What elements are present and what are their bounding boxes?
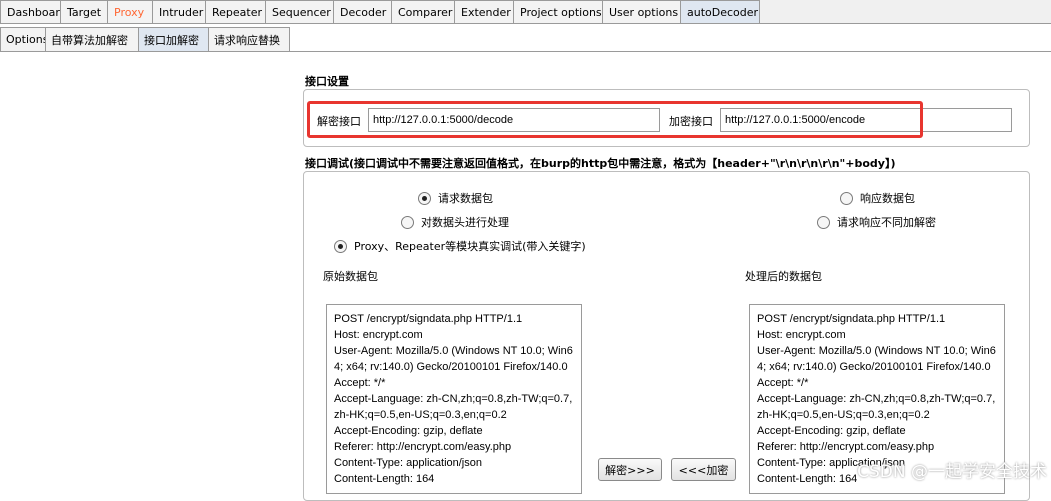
original-packet-textarea[interactable]: POST /encrypt/signdata.php HTTP/1.1 Host… bbox=[326, 304, 582, 494]
tab-autodecoder[interactable]: autoDecoder bbox=[680, 0, 760, 23]
subtab-options[interactable]: Options bbox=[0, 27, 48, 51]
original-line: Content-Type: application/json bbox=[334, 457, 482, 469]
original-line: Referer: http://encrypt.com/easy.php bbox=[334, 441, 512, 453]
tab-repeater[interactable]: Repeater bbox=[205, 0, 266, 23]
radio-unchecked-icon bbox=[840, 191, 853, 205]
processed-line: Accept: */* bbox=[757, 377, 809, 389]
tab-sequencer[interactable]: Sequencer bbox=[265, 0, 334, 23]
decrypt-button[interactable]: 解密>>> bbox=[598, 458, 662, 481]
original-line: Accept-Encoding: gzip, deflate bbox=[334, 425, 483, 437]
radio-unchecked-icon bbox=[817, 215, 830, 229]
original-line: Accept-Language: zh-CN,zh;q=0.8,zh-TW;q=… bbox=[334, 393, 573, 421]
tab-target[interactable]: Target bbox=[60, 0, 108, 23]
processed-line: Host: encrypt.com bbox=[757, 329, 846, 341]
tab-user-options[interactable]: User options bbox=[602, 0, 681, 23]
processed-line: User-Agent: Mozilla/5.0 (Windows NT 10.0… bbox=[757, 345, 996, 373]
radio-response-packet[interactable]: 响应数据包 bbox=[840, 190, 915, 206]
tab-dashboard[interactable]: Dashboard bbox=[0, 0, 67, 23]
tab-project-options[interactable]: Project options bbox=[513, 0, 603, 23]
processed-line: Accept-Encoding: gzip, deflate bbox=[757, 425, 906, 437]
radio-checked-icon bbox=[418, 191, 431, 205]
original-line: Accept: */* bbox=[334, 377, 386, 389]
subtab-interface-crypto[interactable]: 接口加解密 bbox=[138, 27, 209, 51]
original-packet-label: 原始数据包 bbox=[323, 270, 378, 283]
tab-comparer[interactable]: Comparer bbox=[391, 0, 455, 23]
watermark: CSDN @一起学安全技术 bbox=[857, 462, 1047, 482]
sub-tab-bar: Options 自带算法加解密 接口加解密 请求响应替换 bbox=[0, 27, 1051, 52]
radio-request-packet[interactable]: 请求数据包 bbox=[418, 190, 493, 206]
tab-intruder[interactable]: Intruder bbox=[152, 0, 206, 23]
radio-no-decrypt-label: 请求响应不同加解密 bbox=[837, 216, 936, 229]
original-line: POST /encrypt/signdata.php HTTP/1.1 bbox=[334, 313, 523, 325]
tab-proxy[interactable]: Proxy bbox=[107, 0, 153, 23]
subtab-builtin-algorithm[interactable]: 自带算法加解密 bbox=[45, 27, 139, 51]
radio-header-process[interactable]: 对数据头进行处理 bbox=[401, 214, 509, 230]
processed-line: POST /encrypt/signdata.php HTTP/1.1 bbox=[757, 313, 946, 325]
main-tab-bar: Dashboard Target Proxy Intruder Repeater… bbox=[0, 0, 1051, 24]
highlight-box bbox=[307, 101, 923, 138]
radio-unchecked-icon bbox=[401, 215, 414, 229]
interface-settings-title: 接口设置 bbox=[305, 75, 349, 88]
radio-response-label: 响应数据包 bbox=[860, 192, 915, 205]
radio-no-decrypt[interactable]: 请求响应不同加解密 bbox=[817, 214, 936, 230]
radio-proxy-label: Proxy、Repeater等模块真实调试(带入关键字) bbox=[354, 240, 586, 253]
tab-extender[interactable]: Extender bbox=[454, 0, 514, 23]
original-line: User-Agent: Mozilla/5.0 (Windows NT 10.0… bbox=[334, 345, 573, 373]
original-line: Content-Length: 164 bbox=[334, 473, 435, 485]
encrypt-button[interactable]: <<<加密 bbox=[671, 458, 736, 481]
interface-debug-title: 接口调试(接口调试中不需要注意返回值格式，在burp的http包中需注意，格式为… bbox=[305, 157, 896, 170]
radio-request-label: 请求数据包 bbox=[438, 192, 493, 205]
original-line: Host: encrypt.com bbox=[334, 329, 423, 341]
processed-line: Accept-Language: zh-CN,zh;q=0.8,zh-TW;q=… bbox=[757, 393, 996, 421]
radio-proxy-debug[interactable]: Proxy、Repeater等模块真实调试(带入关键字) bbox=[334, 238, 586, 254]
tab-decoder[interactable]: Decoder bbox=[333, 0, 392, 23]
radio-header-label: 对数据头进行处理 bbox=[421, 216, 509, 229]
subtab-request-response-replace[interactable]: 请求响应替换 bbox=[208, 27, 290, 51]
processed-line: Referer: http://encrypt.com/easy.php bbox=[757, 441, 935, 453]
radio-checked-icon bbox=[334, 239, 347, 253]
processed-packet-label: 处理后的数据包 bbox=[745, 270, 822, 283]
